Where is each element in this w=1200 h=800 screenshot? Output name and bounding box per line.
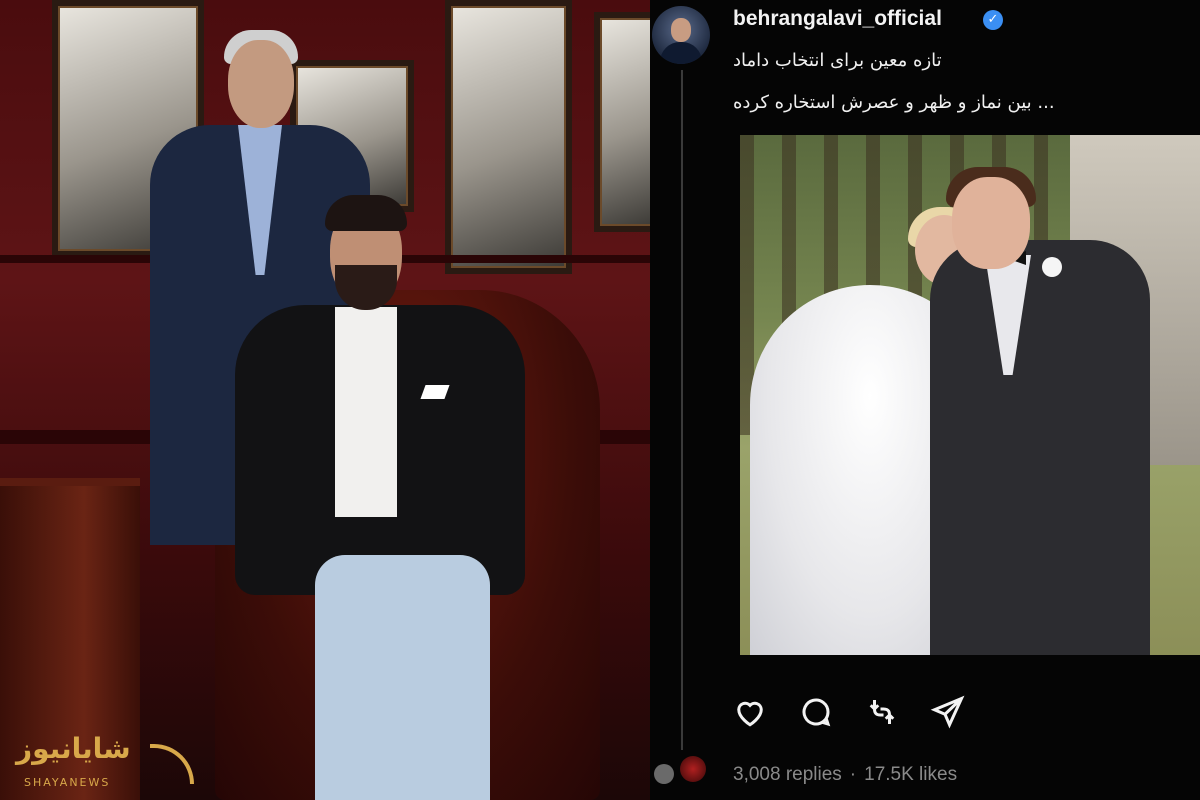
thread-line bbox=[681, 70, 683, 750]
replies-count[interactable]: 3,008 replies bbox=[733, 764, 842, 785]
post-image[interactable] bbox=[740, 135, 1200, 655]
seated-man bbox=[235, 195, 525, 800]
signal-waves-icon bbox=[150, 744, 194, 784]
post-stats: 3,008 replies · 17.5K likes bbox=[733, 764, 957, 786]
reply-avatar bbox=[680, 756, 706, 782]
stats-separator: · bbox=[849, 764, 857, 785]
profile-avatar[interactable] bbox=[652, 6, 710, 64]
wall-picture-frame bbox=[594, 12, 650, 232]
post-caption-line: ... بین نماز و ظهر و عصرش استخاره کرده bbox=[733, 92, 1055, 113]
likes-count[interactable]: 17.5K likes bbox=[864, 764, 957, 785]
post-username[interactable]: behrangalavi_official bbox=[733, 7, 942, 31]
repost-icon[interactable] bbox=[864, 694, 900, 730]
verified-badge-icon: ✓ bbox=[983, 10, 1003, 30]
watermark-brand-text: شایانیوز bbox=[16, 732, 131, 765]
share-icon[interactable] bbox=[930, 694, 966, 730]
groom-head bbox=[952, 177, 1030, 269]
left-photo: شایانیوز SHAYANEWS bbox=[0, 0, 650, 800]
boutonniere bbox=[1042, 257, 1062, 277]
groom-suit bbox=[930, 240, 1150, 655]
comment-icon[interactable] bbox=[798, 694, 834, 730]
watermark-logo: شایانیوز SHAYANEWS bbox=[8, 732, 208, 796]
post-caption-line: تازه معین برای انتخاب داماد bbox=[733, 50, 942, 71]
reply-avatar bbox=[654, 764, 674, 784]
post-actions bbox=[732, 694, 966, 730]
reply-avatars bbox=[654, 756, 714, 786]
like-icon[interactable] bbox=[732, 694, 768, 730]
watermark-brand-latin: SHAYANEWS bbox=[24, 776, 111, 789]
